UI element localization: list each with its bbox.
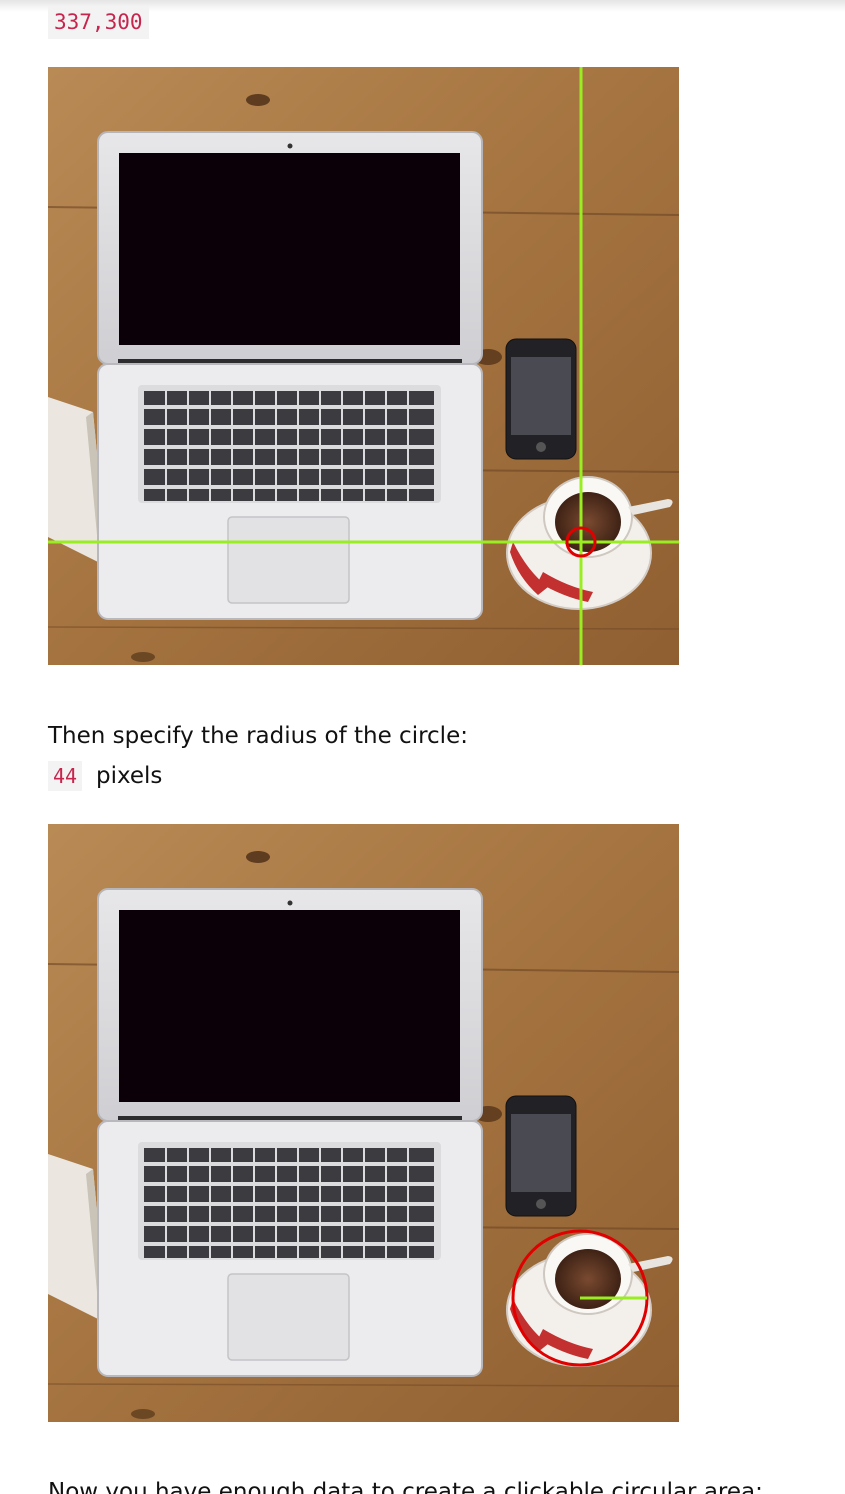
laptop-illustration [97, 888, 483, 1377]
final-instruction-text: Now you have enough data to create a cli… [48, 1479, 763, 1494]
photo-crosshair-svg [48, 67, 679, 665]
photo-circle-svg [48, 824, 679, 1422]
radius-unit-text: pixels [96, 763, 163, 789]
laptop-coffee-photo-crosshair [48, 67, 679, 665]
laptop-illustration [97, 131, 483, 620]
phone-illustration [505, 338, 577, 460]
center-coordinates-code: 337,300 [48, 6, 149, 39]
phone-illustration [505, 1095, 577, 1217]
radius-value-code: 44 [48, 761, 83, 791]
laptop-coffee-photo-circle [48, 824, 679, 1422]
radius-instruction-text: Then specify the radius of the circle: [48, 723, 468, 749]
